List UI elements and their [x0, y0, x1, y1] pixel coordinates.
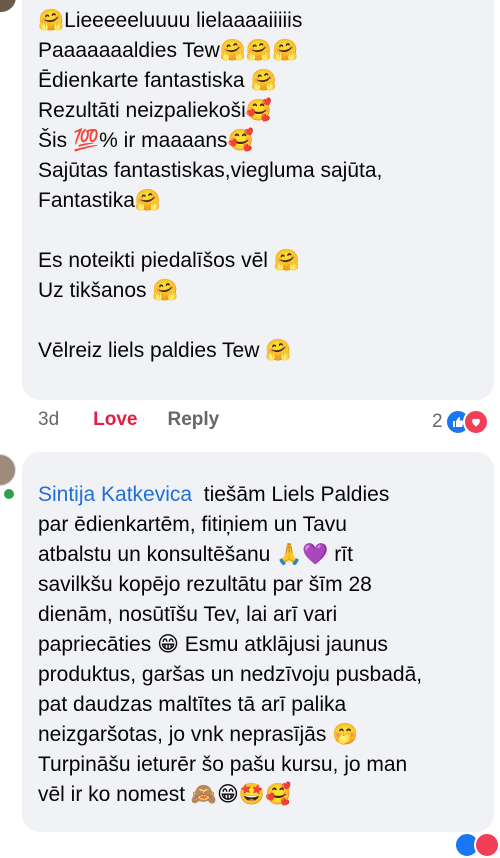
- comment-line: pat daudzas maltītes tā arī palika: [38, 693, 347, 716]
- comment-first-line: Sintija Katkevica tiešām Liels Paldies: [38, 480, 480, 510]
- comment-line: Fantastika🤗: [38, 189, 162, 212]
- avatar[interactable]: [0, 454, 16, 486]
- reaction-count: 2: [432, 411, 443, 432]
- comment-line: vēl ir ko nomest 🙈😁🤩🥰: [38, 783, 292, 806]
- love-button[interactable]: Love: [93, 409, 137, 431]
- comment-line: Rezultāti neizpaliekoši🥰: [38, 99, 272, 122]
- comment-line: Turpināšu ieturēr šo pašu kursu, jo man: [38, 753, 408, 776]
- comment-line: produktus, garšas un nedzīvoju pusbadā,: [38, 663, 423, 686]
- comment-line: Uz tikšanos 🤗: [38, 279, 179, 302]
- comment-line: dienām, nosūtīšu Tev, lai arī vari: [38, 603, 338, 626]
- comment-line: 🤗Lieeeeeluuuu lielaaaaiiiiis: [38, 9, 303, 32]
- comment-line: atbalstu un konsultēšanu 🙏💜 rīt: [38, 543, 353, 566]
- comment-line: Es noteikti piedalīšos vēl 🤗: [38, 249, 300, 272]
- comment-line: Paaaaaaaldies Tew🤗🤗🤗: [38, 39, 299, 62]
- love-icon: [462, 409, 489, 435]
- comment-line: Ēdienkarte fantastiska 🤗: [38, 69, 277, 92]
- avatar[interactable]: [0, 0, 16, 12]
- comment-line: Sajūtas fantastiskas,viegluma sajūta,: [38, 159, 383, 182]
- comment-bubble: 🤗Lieeeeeluuuu lielaaaaiiiiis Paaaaaaaldi…: [22, 0, 494, 400]
- comment-author-link[interactable]: Sintija Katkevica: [38, 483, 192, 506]
- reaction-summary[interactable]: 2: [432, 409, 489, 435]
- comment-line: par ēdienkartēm, fitiņiem un Tavu: [38, 513, 347, 536]
- comment-line: neizgaršotas, jo vnk neprasījās 🤭: [38, 723, 359, 746]
- comment-line: Vēlreiz liels paldies Tew 🤗: [38, 339, 292, 362]
- comment-actions: 3d Love Reply: [38, 409, 219, 431]
- comment-bubble: Sintija Katkevica tiešām Liels Paldies p…: [22, 452, 494, 832]
- comment-line: savilkšu kopējo rezultātu par šīm 28: [38, 573, 372, 596]
- online-status-icon: [2, 487, 16, 501]
- comment-line: papriecāties 😁 Esmu atklājusi jaunus: [38, 633, 388, 656]
- love-icon: [474, 832, 500, 858]
- comment-line-text: tiešām Liels Paldies: [203, 483, 390, 506]
- comment-timestamp[interactable]: 3d: [38, 409, 59, 431]
- comment-line: Šis 💯% ir maaaans🥰: [38, 129, 254, 152]
- reply-button[interactable]: Reply: [168, 409, 220, 431]
